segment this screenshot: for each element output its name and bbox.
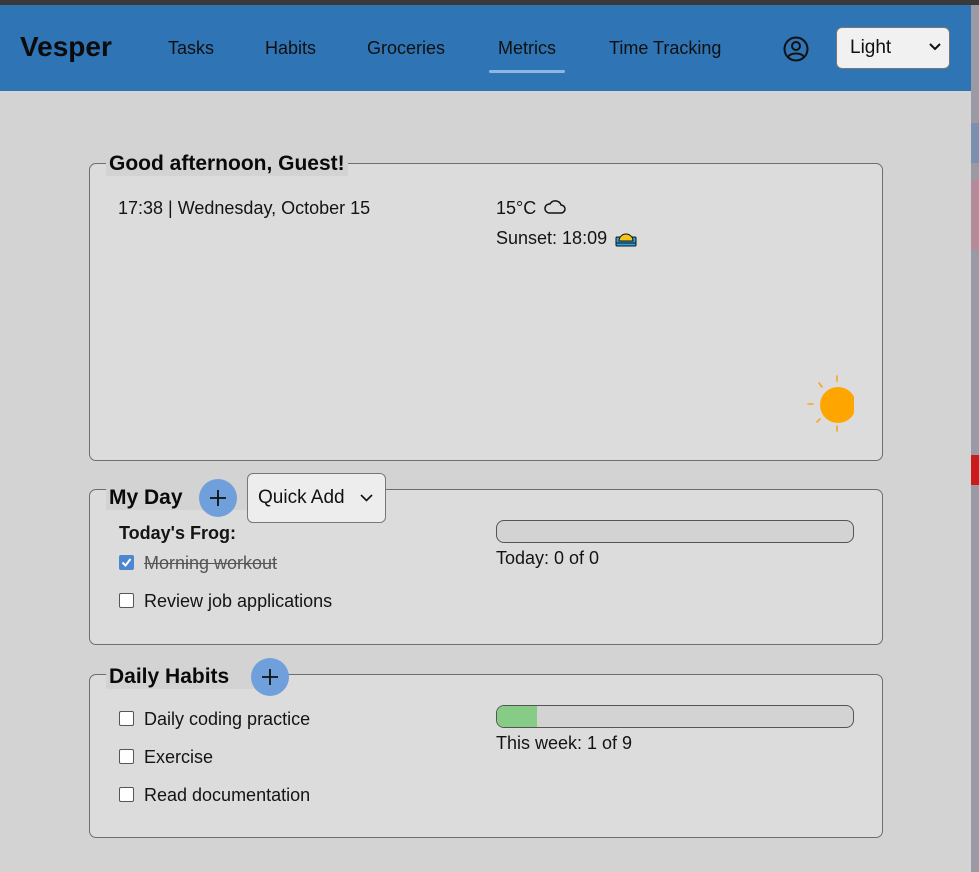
quick-add-label: Quick Add xyxy=(258,487,345,508)
nav-tasks[interactable]: Tasks xyxy=(168,38,214,59)
task-label-morning-workout: Morning workout xyxy=(144,553,278,573)
habit-checkbox-read-documentation[interactable] xyxy=(119,787,134,802)
sunset-label: Sunset: 18:09 xyxy=(496,228,608,248)
task-checkbox-review-job-applications[interactable] xyxy=(119,593,134,608)
window-right-edge xyxy=(971,5,979,872)
habit-checkbox-exercise[interactable] xyxy=(119,749,134,764)
cloud-icon xyxy=(544,200,566,214)
chevron-down-icon xyxy=(929,43,941,51)
theme-select-value: Light xyxy=(850,37,892,58)
weather-temperature: 15°C xyxy=(496,198,566,219)
habit-label-daily-coding-practice: Daily coding practice xyxy=(144,709,311,729)
top-navbar: Vesper Tasks Habits Groceries Metrics Ti… xyxy=(0,5,971,91)
edge-decoration xyxy=(971,180,979,250)
sunset-icon xyxy=(615,233,637,247)
task-checkbox-morning-workout[interactable] xyxy=(119,555,134,570)
weekly-habits-progress-text: This week: 1 of 9 xyxy=(496,733,633,753)
edge-decoration xyxy=(971,455,979,485)
check-icon xyxy=(121,558,132,568)
weekly-habits-progress-bar xyxy=(496,705,854,728)
frog-label: Today's Frog: xyxy=(119,523,236,543)
greeting-title: Good afternoon, Guest! xyxy=(106,152,348,176)
sun-icon xyxy=(807,374,855,434)
edge-decoration xyxy=(971,123,979,163)
add-task-button[interactable] xyxy=(199,479,237,517)
brand-logo[interactable]: Vesper xyxy=(20,31,112,63)
plus-icon xyxy=(210,490,226,506)
task-label-review-job-applications: Review job applications xyxy=(144,591,333,611)
habit-label-exercise: Exercise xyxy=(144,747,214,767)
habit-checkbox-daily-coding-practice[interactable] xyxy=(119,711,134,726)
nav-metrics[interactable]: Metrics xyxy=(489,38,565,73)
temperature-value: 15°C xyxy=(496,198,537,218)
user-circle-icon[interactable] xyxy=(783,36,809,62)
quick-add-dropdown[interactable]: Quick Add xyxy=(247,473,386,523)
plus-icon xyxy=(262,669,278,685)
nav-groceries[interactable]: Groceries xyxy=(367,38,445,59)
chevron-down-icon xyxy=(360,494,373,502)
weekly-habits-progress-fill xyxy=(497,706,537,727)
add-habit-button[interactable] xyxy=(251,658,289,696)
theme-select[interactable]: Light xyxy=(836,27,950,69)
nav-time-tracking[interactable]: Time Tracking xyxy=(609,38,721,59)
today-progress-text: Today: 0 of 0 xyxy=(496,548,600,568)
current-datetime: 17:38 | Wednesday, October 15 xyxy=(118,198,371,218)
sunset-time: Sunset: 18:09 xyxy=(496,227,637,249)
today-progress-bar xyxy=(496,520,854,543)
nav-habits[interactable]: Habits xyxy=(265,38,316,59)
habit-label-read-documentation: Read documentation xyxy=(144,785,311,805)
